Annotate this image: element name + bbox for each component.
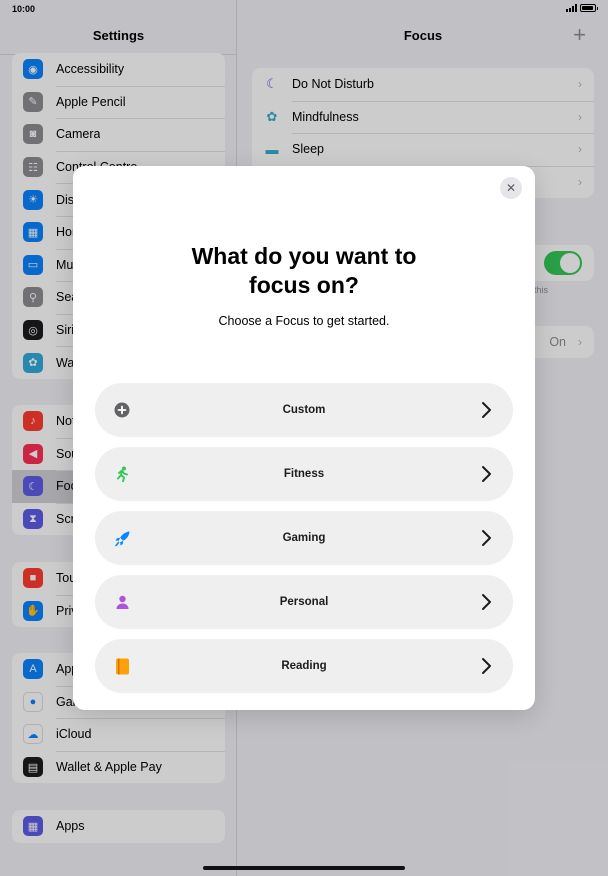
chevron-right-icon <box>482 402 491 418</box>
running-figure-icon <box>113 465 131 483</box>
option-label: Reading <box>281 660 327 672</box>
option-label: Custom <box>282 404 326 416</box>
focus-option-custom[interactable]: Custom <box>95 383 513 437</box>
chevron-right-icon <box>482 466 491 482</box>
rocket-icon <box>113 529 131 547</box>
option-label: Fitness <box>283 468 325 480</box>
modal-title: What do you want to focus on? <box>73 242 535 300</box>
focus-option-personal[interactable]: Personal <box>95 575 513 629</box>
focus-option-fitness[interactable]: Fitness <box>95 447 513 501</box>
modal-title-line-1: What do you want to <box>191 243 417 269</box>
focus-option-reading[interactable]: Reading <box>95 639 513 693</box>
ipad-screen: Settings ◉ Accessibility ✎ Apple Pencil ◙ Cam… <box>0 0 608 876</box>
person-icon <box>113 593 131 611</box>
home-indicator[interactable] <box>203 866 405 870</box>
modal-subtitle: Choose a Focus to get started. <box>218 314 390 328</box>
modal-title-line-2: focus on? <box>249 272 359 298</box>
chevron-right-icon <box>482 658 491 674</box>
plus-circle-icon <box>113 401 131 419</box>
chevron-right-icon <box>482 594 491 610</box>
option-label: Personal <box>279 596 329 608</box>
book-icon <box>113 657 131 675</box>
close-icon[interactable]: ✕ <box>500 177 522 199</box>
focus-option-gaming[interactable]: Gaming <box>95 511 513 565</box>
option-label: Gaming <box>282 532 326 544</box>
new-focus-modal: ✕ What do you want to focus on? Choose a… <box>73 166 535 710</box>
chevron-right-icon <box>482 530 491 546</box>
